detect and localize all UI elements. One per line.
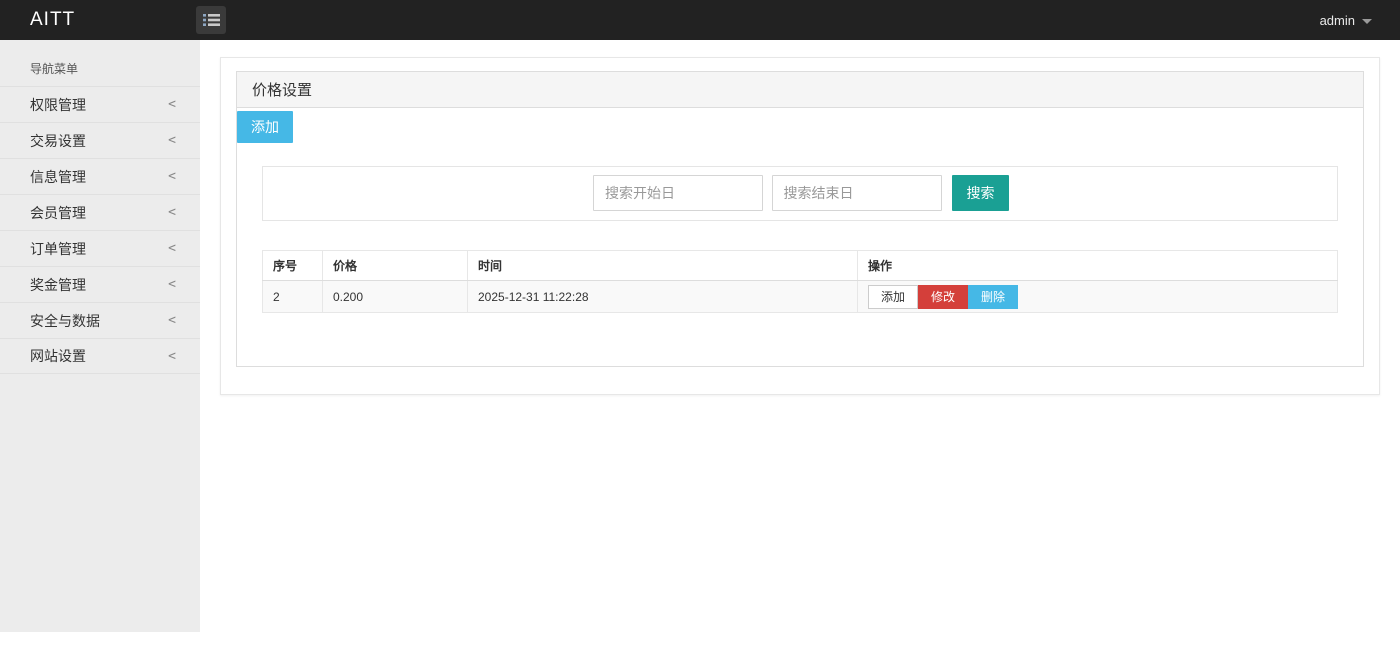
search-button[interactable]: 搜索 [952,175,1009,211]
user-dropdown[interactable]: admin [1320,13,1372,28]
search-end-date-input[interactable] [772,175,942,211]
cell-id: 2 [263,281,323,313]
col-header-time: 时间 [468,251,858,281]
sidebar-item-site-settings[interactable]: 网站设置 < [0,338,200,374]
chevron-icon: < [168,133,176,148]
chevron-icon: < [168,169,176,184]
chevron-icon: < [168,277,176,292]
sidebar-item-bonus[interactable]: 奖金管理 < [0,266,200,302]
chevron-icon: < [168,97,176,112]
chevron-icon: < [168,313,176,328]
sidebar-item-permissions[interactable]: 权限管理 < [0,86,200,122]
sidebar-item-label: 权限管理 [30,95,86,115]
cell-time: 2025-12-31 11:22:28 [468,281,858,313]
sidebar-item-members[interactable]: 会员管理 < [0,194,200,230]
sidebar-item-label: 订单管理 [30,239,86,259]
brand-logo: AITT [0,9,196,31]
sidebar: 导航菜单 权限管理 < 交易设置 < 信息管理 < 会员管理 < [0,40,200,632]
col-header-actions: 操作 [858,251,1338,281]
caret-down-icon [1362,19,1372,24]
sidebar-item-security-data[interactable]: 安全与数据 < [0,302,200,338]
sidebar-item-orders[interactable]: 订单管理 < [0,230,200,266]
search-bar: 搜索 [262,166,1338,221]
sidebar-item-trade-settings[interactable]: 交易设置 < [0,122,200,158]
sidebar-item-information[interactable]: 信息管理 < [0,158,200,194]
col-header-id: 序号 [263,251,323,281]
col-header-price: 价格 [323,251,468,281]
topbar: AITT admin [0,0,1400,40]
price-table: 序号 价格 时间 操作 2 0.200 2025-12-31 11:22:28 [262,250,1338,313]
main-content: 价格设置 添加 搜索 序号 价格 时间 操作 [200,40,1400,670]
sidebar-item-label: 信息管理 [30,167,86,187]
sidebar-item-label: 网站设置 [30,346,86,366]
sidebar-item-label: 安全与数据 [30,311,100,331]
table-header-row: 序号 价格 时间 操作 [263,251,1338,281]
sidebar-item-label: 会员管理 [30,203,86,223]
search-start-date-input[interactable] [593,175,763,211]
chevron-icon: < [168,205,176,220]
sidebar-nav: 权限管理 < 交易设置 < 信息管理 < 会员管理 < 订单管理 < [0,86,200,374]
sidebar-toggle-button[interactable] [196,6,226,34]
price-settings-panel: 价格设置 添加 搜索 序号 价格 时间 操作 [236,71,1364,367]
row-action-group: 添加 修改 删除 [868,285,1018,309]
app-root: AITT admin 导航菜单 权限管理 [0,0,1400,670]
row-edit-button[interactable]: 修改 [918,285,968,309]
row-delete-button[interactable]: 删除 [968,285,1018,309]
cell-actions: 添加 修改 删除 [858,281,1338,313]
sidebar-nav-header: 导航菜单 [0,40,200,86]
content-wrapper: 价格设置 添加 搜索 序号 价格 时间 操作 [220,57,1380,395]
chevron-icon: < [168,241,176,256]
list-menu-icon [203,13,220,27]
sidebar-item-label: 交易设置 [30,131,86,151]
panel-title: 价格设置 [237,72,1363,108]
username: admin [1320,13,1355,28]
table-row: 2 0.200 2025-12-31 11:22:28 添加 修改 删除 [263,281,1338,313]
add-button[interactable]: 添加 [237,111,293,143]
row-add-button[interactable]: 添加 [868,285,918,309]
chevron-icon: < [168,349,176,364]
sidebar-item-label: 奖金管理 [30,275,86,295]
cell-price: 0.200 [323,281,468,313]
